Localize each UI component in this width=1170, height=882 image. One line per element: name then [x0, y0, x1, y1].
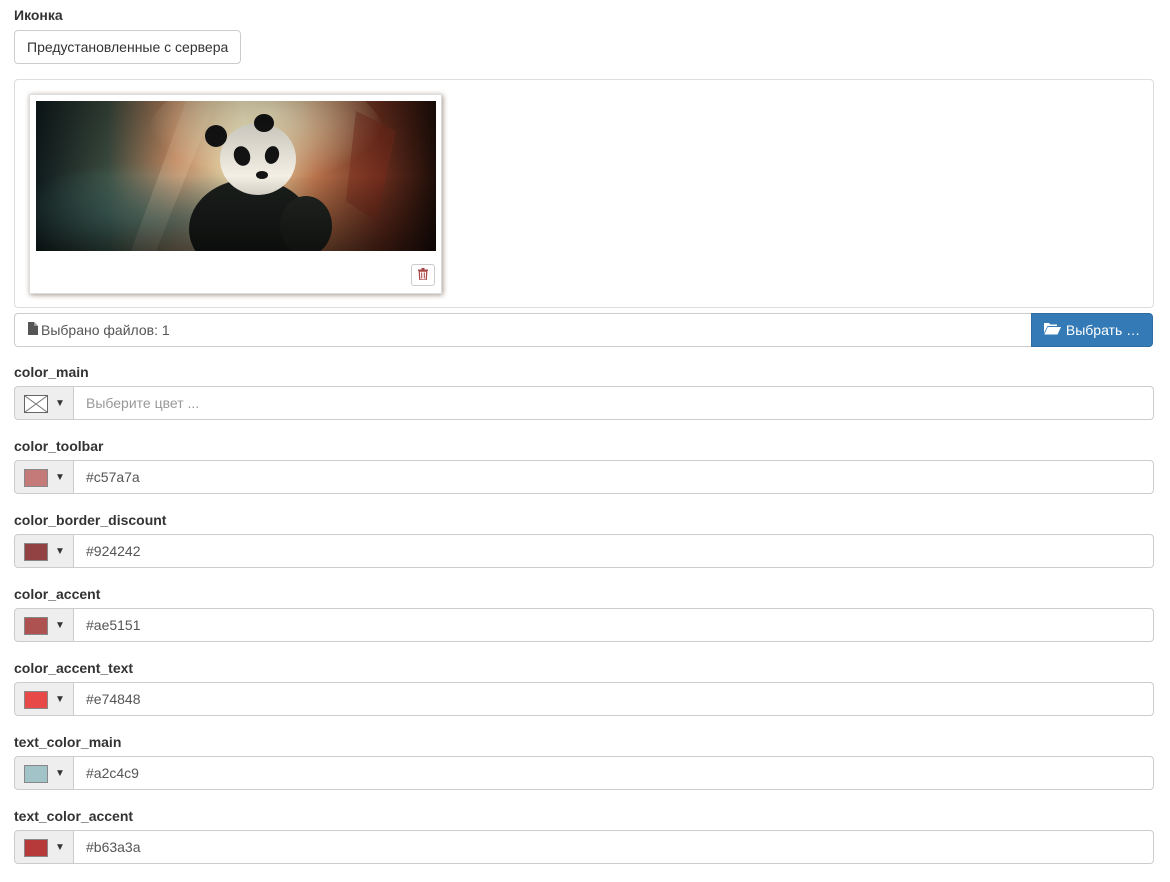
color-picker: ▼ [14, 534, 1154, 568]
color-picker: ▼ [14, 460, 1154, 494]
caret-down-icon: ▼ [55, 768, 65, 779]
icon-label: Иконка [14, 7, 63, 23]
caret-down-icon: ▼ [55, 398, 65, 409]
color-swatch [24, 765, 48, 783]
color-input[interactable] [73, 830, 1154, 864]
color-picker: ▼ [14, 756, 1154, 790]
color-picker: ▼ [14, 830, 1154, 864]
caret-down-icon: ▼ [55, 842, 65, 853]
color-swatch [24, 469, 48, 487]
color-input[interactable] [73, 756, 1154, 790]
file-caption-text: Выбрано файлов: 1 [41, 322, 170, 338]
field-label: text_color_main [14, 734, 122, 750]
color-picker-toggle[interactable]: ▼ [14, 460, 74, 494]
color-picker-toggle[interactable]: ▼ [14, 682, 74, 716]
color-picker: ▼ [14, 608, 1154, 642]
field-label: color_toolbar [14, 438, 104, 454]
folder-open-icon [1043, 322, 1061, 338]
color-picker-toggle[interactable]: ▼ [14, 534, 74, 568]
color-swatch [24, 691, 48, 709]
color-input[interactable] [73, 460, 1154, 494]
color-swatch [24, 543, 48, 561]
file-preview-area [14, 79, 1154, 308]
file-input-group: Выбрано файлов: 1 Выбрать … [14, 313, 1153, 347]
field-label: color_main [14, 364, 89, 380]
color-input[interactable] [73, 386, 1154, 420]
color-picker: ▼ [14, 682, 1154, 716]
color-picker-toggle[interactable]: ▼ [14, 756, 74, 790]
color-input[interactable] [73, 534, 1154, 568]
field-label: color_border_discount [14, 512, 167, 528]
file-icon [28, 322, 38, 338]
color-swatch [24, 617, 48, 635]
color-picker: ▼ [14, 386, 1154, 420]
browse-button-label: Выбрать … [1065, 322, 1141, 338]
color-picker-toggle[interactable]: ▼ [14, 608, 74, 642]
color-input[interactable] [73, 682, 1154, 716]
preset-icons-button[interactable]: Предустановленные с сервера [14, 30, 242, 64]
delete-file-button[interactable] [411, 264, 435, 286]
trash-icon [418, 267, 428, 283]
browse-button[interactable]: Выбрать … [1031, 313, 1153, 347]
caret-down-icon: ▼ [55, 546, 65, 557]
color-swatch [24, 839, 48, 857]
caret-down-icon: ▼ [55, 472, 65, 483]
color-picker-toggle[interactable]: ▼ [14, 386, 74, 420]
file-preview-thumbnail [29, 94, 442, 294]
color-picker-toggle[interactable]: ▼ [14, 830, 74, 864]
field-label: color_accent [14, 586, 101, 602]
color-input[interactable] [73, 608, 1154, 642]
empty-swatch-icon [24, 395, 48, 413]
field-label: color_accent_text [14, 660, 134, 676]
caret-down-icon: ▼ [55, 694, 65, 705]
file-caption: Выбрано файлов: 1 [14, 313, 1032, 347]
field-label: text_color_accent [14, 808, 134, 824]
preview-image [36, 101, 436, 251]
caret-down-icon: ▼ [55, 620, 65, 631]
